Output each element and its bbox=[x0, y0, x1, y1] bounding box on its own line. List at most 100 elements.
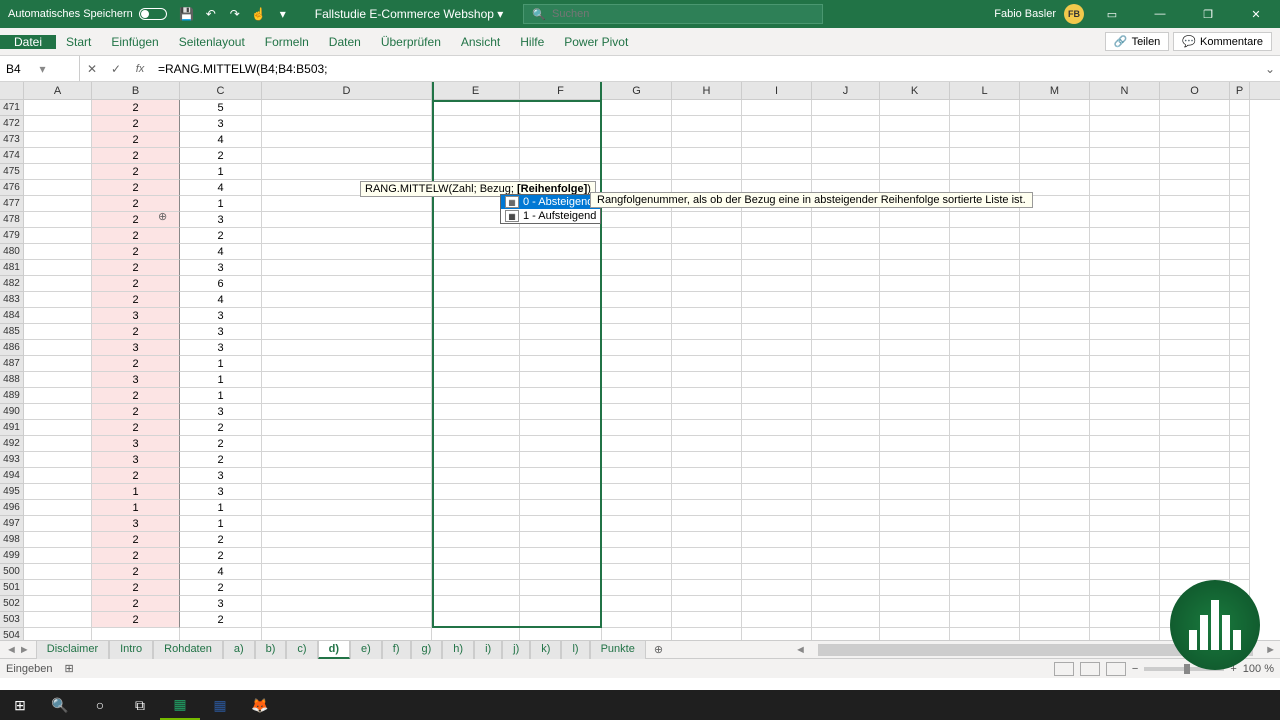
ribbon-display-icon[interactable]: ▭ bbox=[1092, 0, 1132, 28]
cell[interactable]: 2 bbox=[92, 164, 180, 180]
cell[interactable] bbox=[602, 436, 672, 452]
cell[interactable]: 2 bbox=[180, 148, 262, 164]
cell[interactable] bbox=[1090, 244, 1160, 260]
cell[interactable] bbox=[262, 612, 432, 628]
cell[interactable] bbox=[672, 580, 742, 596]
row-header[interactable]: 472 bbox=[0, 116, 24, 132]
cell[interactable] bbox=[1230, 244, 1250, 260]
cell[interactable] bbox=[672, 292, 742, 308]
cell[interactable]: 3 bbox=[180, 404, 262, 420]
cell[interactable] bbox=[950, 164, 1020, 180]
cell[interactable] bbox=[1090, 212, 1160, 228]
cell[interactable] bbox=[742, 548, 812, 564]
cell[interactable] bbox=[672, 548, 742, 564]
cell[interactable] bbox=[432, 596, 520, 612]
cell[interactable]: 2 bbox=[92, 388, 180, 404]
cell[interactable] bbox=[742, 356, 812, 372]
cell[interactable] bbox=[950, 244, 1020, 260]
cell[interactable] bbox=[24, 580, 92, 596]
cell[interactable] bbox=[950, 132, 1020, 148]
cell[interactable] bbox=[1090, 276, 1160, 292]
cell[interactable] bbox=[1090, 164, 1160, 180]
cell[interactable]: 2 bbox=[180, 548, 262, 564]
cell[interactable] bbox=[24, 596, 92, 612]
sheet-tab-punkte[interactable]: Punkte bbox=[590, 640, 646, 659]
cell[interactable] bbox=[1160, 228, 1230, 244]
cell[interactable] bbox=[950, 516, 1020, 532]
cell[interactable] bbox=[1020, 260, 1090, 276]
cell[interactable]: 1 bbox=[180, 164, 262, 180]
cell[interactable] bbox=[262, 308, 432, 324]
cell[interactable] bbox=[1160, 116, 1230, 132]
cell[interactable] bbox=[262, 564, 432, 580]
cell[interactable] bbox=[1230, 340, 1250, 356]
cell[interactable] bbox=[742, 468, 812, 484]
cell[interactable] bbox=[742, 292, 812, 308]
row-header[interactable]: 473 bbox=[0, 132, 24, 148]
cell[interactable] bbox=[520, 244, 602, 260]
cell[interactable] bbox=[24, 468, 92, 484]
cell[interactable] bbox=[672, 244, 742, 260]
cell[interactable] bbox=[1090, 564, 1160, 580]
view-pagebreak-icon[interactable] bbox=[1106, 662, 1126, 676]
cell[interactable] bbox=[1090, 260, 1160, 276]
cell[interactable] bbox=[1160, 244, 1230, 260]
fx-icon[interactable]: fx bbox=[128, 63, 152, 75]
cell[interactable] bbox=[1020, 404, 1090, 420]
column-header-I[interactable]: I bbox=[742, 82, 812, 99]
cell[interactable] bbox=[950, 404, 1020, 420]
cell[interactable] bbox=[262, 212, 432, 228]
column-header-C[interactable]: C bbox=[180, 82, 262, 99]
cell[interactable] bbox=[24, 532, 92, 548]
cell[interactable] bbox=[1160, 484, 1230, 500]
cell[interactable] bbox=[432, 388, 520, 404]
cell[interactable] bbox=[24, 100, 92, 116]
cell[interactable] bbox=[672, 308, 742, 324]
row-header[interactable]: 487 bbox=[0, 356, 24, 372]
row-header[interactable]: 482 bbox=[0, 276, 24, 292]
cell[interactable] bbox=[602, 164, 672, 180]
cell[interactable] bbox=[1230, 452, 1250, 468]
cell[interactable] bbox=[262, 292, 432, 308]
cell[interactable] bbox=[520, 308, 602, 324]
cell[interactable] bbox=[672, 516, 742, 532]
row-header[interactable]: 489 bbox=[0, 388, 24, 404]
cell[interactable] bbox=[742, 596, 812, 612]
cell[interactable] bbox=[24, 308, 92, 324]
cell[interactable] bbox=[1020, 564, 1090, 580]
cell[interactable] bbox=[262, 500, 432, 516]
column-header-K[interactable]: K bbox=[880, 82, 950, 99]
cell[interactable] bbox=[1230, 484, 1250, 500]
cell[interactable] bbox=[742, 340, 812, 356]
sheet-tab-rohdaten[interactable]: Rohdaten bbox=[153, 640, 223, 659]
cell[interactable]: 2 bbox=[180, 452, 262, 468]
cell[interactable] bbox=[812, 228, 880, 244]
row-header[interactable]: 477 bbox=[0, 196, 24, 212]
cell[interactable] bbox=[880, 564, 950, 580]
cell[interactable] bbox=[602, 452, 672, 468]
cell[interactable] bbox=[812, 452, 880, 468]
cell[interactable] bbox=[672, 212, 742, 228]
cell[interactable] bbox=[262, 116, 432, 132]
cell[interactable] bbox=[520, 532, 602, 548]
cell[interactable] bbox=[602, 484, 672, 500]
cell[interactable] bbox=[1160, 404, 1230, 420]
column-header-M[interactable]: M bbox=[1020, 82, 1090, 99]
cell[interactable] bbox=[1160, 468, 1230, 484]
cell[interactable] bbox=[742, 164, 812, 180]
cell[interactable]: 2 bbox=[92, 612, 180, 628]
cell[interactable] bbox=[602, 468, 672, 484]
cell[interactable] bbox=[1160, 356, 1230, 372]
cell[interactable] bbox=[520, 436, 602, 452]
cell[interactable] bbox=[1160, 148, 1230, 164]
cell[interactable] bbox=[880, 260, 950, 276]
cell[interactable] bbox=[24, 548, 92, 564]
cell[interactable]: 3 bbox=[92, 308, 180, 324]
cell[interactable] bbox=[602, 100, 672, 116]
cell[interactable] bbox=[602, 276, 672, 292]
cell[interactable] bbox=[812, 340, 880, 356]
zoom-level[interactable]: 100 % bbox=[1243, 663, 1274, 675]
cell[interactable] bbox=[812, 164, 880, 180]
cell[interactable] bbox=[672, 532, 742, 548]
cell[interactable]: 2 bbox=[92, 260, 180, 276]
